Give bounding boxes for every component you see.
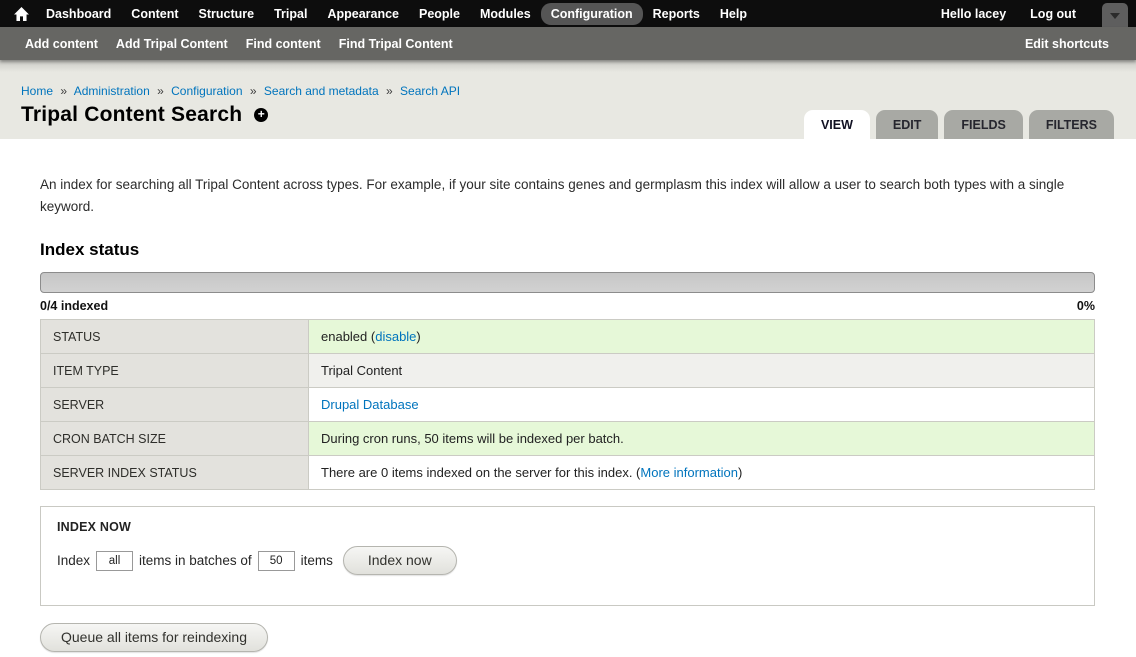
add-shortcut-icon[interactable]: +	[254, 108, 268, 122]
table-row-cron-batch-size: CRON BATCH SIZE During cron runs, 50 ite…	[41, 422, 1095, 456]
batch-size-input[interactable]	[258, 551, 295, 571]
more-information-link[interactable]: More information	[640, 465, 738, 480]
tab-view[interactable]: VIEW	[804, 110, 870, 139]
row-value: Drupal Database	[309, 388, 1095, 422]
menu-item-appearance[interactable]: Appearance	[317, 3, 409, 25]
breadcrumb-administration[interactable]: Administration	[74, 84, 150, 98]
index-status-table: STATUS enabled (disable) ITEM TYPE Tripa…	[40, 319, 1095, 490]
table-row-item-type: ITEM TYPE Tripal Content	[41, 354, 1095, 388]
row-label: CRON BATCH SIZE	[41, 422, 309, 456]
row-label: SERVER	[41, 388, 309, 422]
menu-item-structure[interactable]: Structure	[189, 3, 265, 25]
shortcut-add-tripal-content[interactable]: Add Tripal Content	[107, 37, 237, 51]
index-description: An index for searching all Tripal Conten…	[40, 174, 1095, 217]
toolbar-toggle-button[interactable]	[1102, 3, 1128, 27]
queue-reindex-button[interactable]: Queue all items for reindexing	[40, 623, 268, 652]
menu-item-tripal[interactable]: Tripal	[264, 3, 317, 25]
breadcrumb: Home » Administration » Configuration » …	[21, 84, 1136, 98]
chevron-down-icon	[1110, 13, 1120, 19]
page-title: Tripal Content Search	[21, 103, 242, 127]
admin-menubar: Dashboard Content Structure Tripal Appea…	[0, 0, 1136, 27]
table-row-server: SERVER Drupal Database	[41, 388, 1095, 422]
breadcrumb-configuration[interactable]: Configuration	[171, 84, 242, 98]
indexed-percent-label: 0%	[1077, 299, 1095, 313]
menu-item-modules[interactable]: Modules	[470, 3, 541, 25]
menu-item-reports[interactable]: Reports	[643, 3, 710, 25]
menu-item-help[interactable]: Help	[710, 3, 757, 25]
menu-item-people[interactable]: People	[409, 3, 470, 25]
page-header: Home » Administration » Configuration » …	[0, 60, 1136, 139]
menu-item-configuration[interactable]: Configuration	[541, 3, 643, 25]
edit-shortcuts-link[interactable]: Edit shortcuts	[1016, 37, 1118, 51]
index-now-button[interactable]: Index now	[343, 546, 457, 575]
shortcut-find-content[interactable]: Find content	[237, 37, 330, 51]
main-content: An index for searching all Tripal Conten…	[0, 139, 1136, 657]
tab-edit[interactable]: EDIT	[876, 110, 938, 139]
shortcut-find-tripal-content[interactable]: Find Tripal Content	[330, 37, 462, 51]
row-label: STATUS	[41, 320, 309, 354]
row-value: There are 0 items indexed on the server …	[309, 456, 1095, 490]
table-row-status: STATUS enabled (disable)	[41, 320, 1095, 354]
row-value: During cron runs, 50 items will be index…	[309, 422, 1095, 456]
user-greeting[interactable]: Hello lacey	[929, 3, 1018, 25]
index-now-text-before: Index	[57, 553, 90, 568]
row-value: enabled (disable)	[309, 320, 1095, 354]
index-now-fieldset: INDEX NOW Index items in batches of item…	[40, 506, 1095, 606]
primary-tabs: VIEW EDIT FIELDS FILTERS	[804, 110, 1114, 139]
shortcut-add-content[interactable]: Add content	[16, 37, 107, 51]
table-row-server-index-status: SERVER INDEX STATUS There are 0 items in…	[41, 456, 1095, 490]
indexed-count-label: 0/4 indexed	[40, 299, 108, 313]
breadcrumb-search-and-metadata[interactable]: Search and metadata	[264, 84, 379, 98]
tab-filters[interactable]: FILTERS	[1029, 110, 1114, 139]
shortcut-bar: Add content Add Tripal Content Find cont…	[0, 27, 1136, 60]
row-value: Tripal Content	[309, 354, 1095, 388]
batch-count-input[interactable]	[96, 551, 133, 571]
tab-fields[interactable]: FIELDS	[944, 110, 1022, 139]
disable-link[interactable]: disable	[375, 329, 416, 344]
index-now-legend: INDEX NOW	[57, 520, 1078, 534]
index-now-text-middle: items in batches of	[139, 553, 252, 568]
index-status-heading: Index status	[40, 240, 1095, 260]
menu-item-content[interactable]: Content	[121, 3, 188, 25]
row-label: SERVER INDEX STATUS	[41, 456, 309, 490]
row-label: ITEM TYPE	[41, 354, 309, 388]
index-actions: Queue all items for reindexing Clear all…	[40, 606, 1095, 657]
index-now-text-after: items	[301, 553, 333, 568]
menu-item-dashboard[interactable]: Dashboard	[36, 3, 121, 25]
home-icon[interactable]	[6, 0, 36, 27]
breadcrumb-search-api[interactable]: Search API	[400, 84, 460, 98]
breadcrumb-home[interactable]: Home	[21, 84, 53, 98]
index-progress-bar	[40, 272, 1095, 293]
logout-link[interactable]: Log out	[1018, 3, 1088, 25]
server-link[interactable]: Drupal Database	[321, 397, 419, 412]
